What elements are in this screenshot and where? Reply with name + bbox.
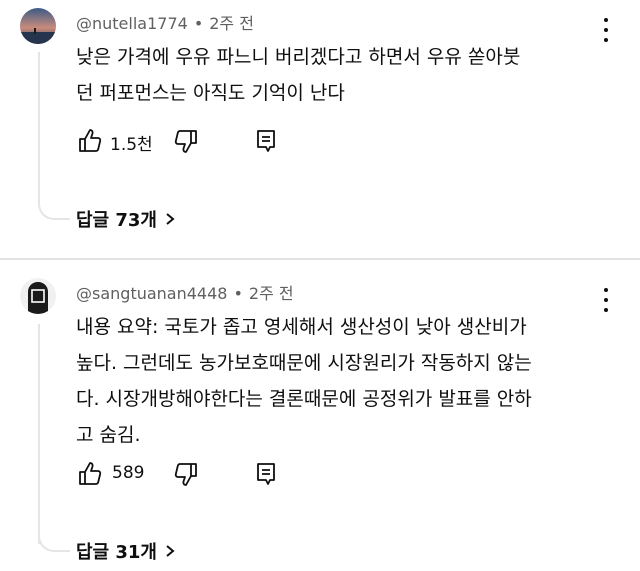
dislike-button[interactable] xyxy=(172,127,200,155)
comment-line: 다. 시장개방해야한다는 결론때문에 공정위가 발표를 안하 xyxy=(76,388,532,410)
like-count: 589 xyxy=(112,463,145,483)
thread-curve xyxy=(38,528,70,552)
more-icon xyxy=(604,288,608,292)
comment-thread-1: @nutella1774 • 2주 전 낮은 가격에 우유 파느니 버리겠다고 하면… xyxy=(0,0,640,262)
reply-button[interactable] xyxy=(252,460,280,488)
author-name[interactable]: @nutella1774 xyxy=(76,14,188,33)
reply-icon xyxy=(257,130,275,152)
comment-line: 고 숨김. xyxy=(76,424,141,446)
avatar-image xyxy=(20,278,56,314)
reply-icon xyxy=(257,463,275,485)
dislike-icon xyxy=(174,130,197,153)
replies-label: 답글 31개 xyxy=(76,542,157,563)
more-options-button[interactable] xyxy=(602,18,610,42)
thread-curve xyxy=(38,196,70,220)
avatar[interactable] xyxy=(20,278,56,314)
dislike-button[interactable] xyxy=(172,460,200,488)
replies-label: 답글 73개 xyxy=(76,210,157,231)
chevron-right-icon xyxy=(166,213,175,225)
like-button[interactable] xyxy=(76,127,104,155)
comment-time[interactable]: 2주 전 xyxy=(249,284,294,303)
comment-line: 던 퍼포먼스는 아직도 기억이 난다 xyxy=(76,82,345,104)
like-icon xyxy=(79,462,102,485)
reply-button[interactable] xyxy=(252,127,280,155)
comment-line: 낮은 가격에 우유 파느니 버리겠다고 하면서 우유 쏟아붓 xyxy=(76,46,521,68)
chevron-right-icon xyxy=(166,545,175,557)
comment-line: 내용 요약: 국토가 좁고 영세해서 생산성이 낮아 생산비가 xyxy=(76,316,527,338)
comment-time[interactable]: 2주 전 xyxy=(209,14,254,33)
like-icon xyxy=(79,129,102,152)
comment-body: 낮은 가격에 우유 파느니 버리겠다고 하면서 우유 쏟아붓 던 퍼포먼스는 아… xyxy=(76,39,596,111)
comment-meta: @nutella1774 • 2주 전 xyxy=(76,14,254,33)
like-button[interactable] xyxy=(76,460,104,488)
avatar[interactable] xyxy=(20,8,56,44)
view-replies-button[interactable]: 답글 31개 xyxy=(76,538,175,564)
dislike-icon xyxy=(174,463,197,486)
author-name[interactable]: @sangtuanan4448 xyxy=(76,284,227,303)
comment-meta: @sangtuanan4448 • 2주 전 xyxy=(76,284,294,303)
more-icon xyxy=(604,18,608,22)
comment-thread-2: @sangtuanan4448 • 2주 전 내용 요약: 국토가 좁고 영세해서 … xyxy=(0,262,640,571)
thread-line xyxy=(38,324,40,544)
divider xyxy=(0,258,640,260)
comment-line: 높다. 그런데도 농가보호때문에 시장원리가 작동하지 않는 xyxy=(76,352,532,374)
comment-body: 내용 요약: 국토가 좁고 영세해서 생산성이 낮아 생산비가 높다. 그런데도… xyxy=(76,309,596,453)
avatar-image xyxy=(20,8,56,44)
like-count: 1.5천 xyxy=(110,135,153,155)
more-options-button[interactable] xyxy=(602,288,610,312)
view-replies-button[interactable]: 답글 73개 xyxy=(76,206,175,232)
thread-line xyxy=(38,52,40,202)
